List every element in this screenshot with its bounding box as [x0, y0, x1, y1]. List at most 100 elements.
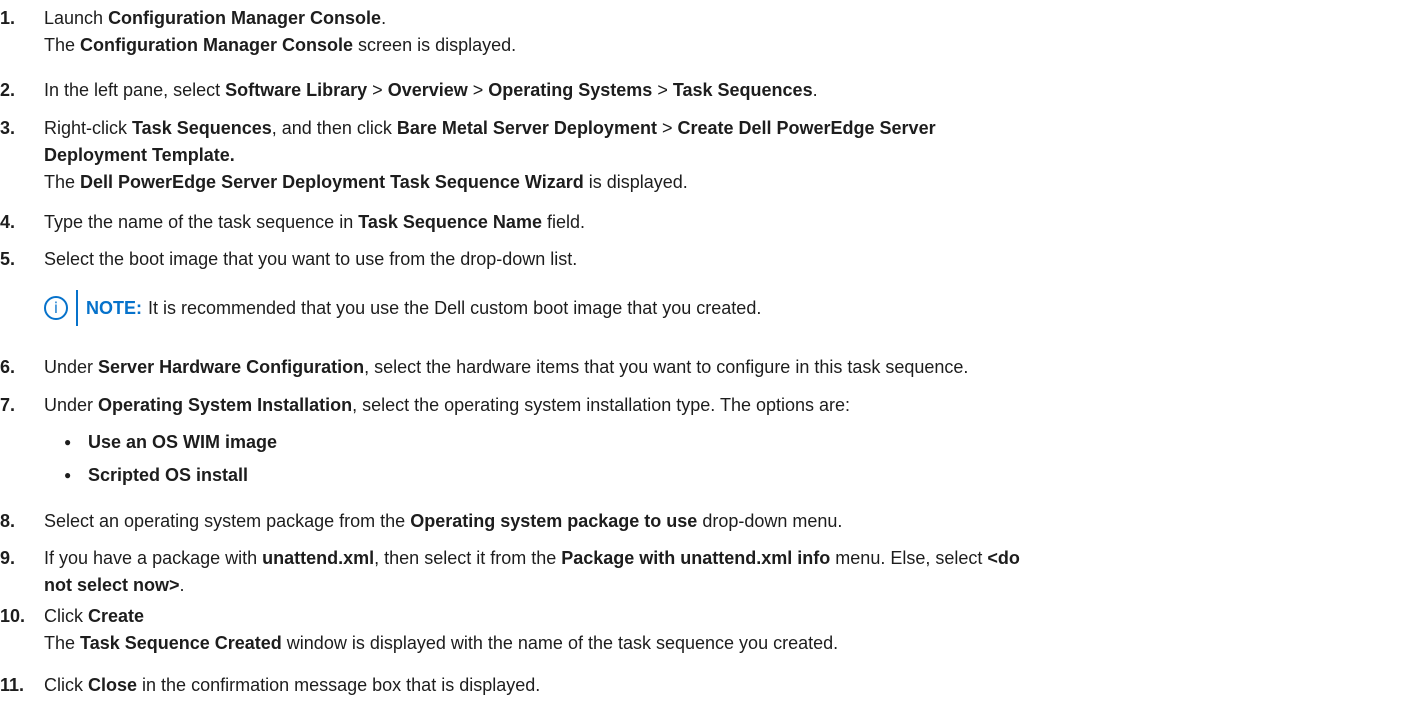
bullet-dot: ● [64, 468, 72, 482]
step-text: drop-down menu. [697, 511, 843, 531]
ui-term: Create Dell PowerEdge Server [677, 118, 936, 138]
step-line: Launch Configuration Manager Console. [44, 7, 1405, 29]
step-body: Right-click Task Sequences, and then cli… [44, 117, 1405, 198]
ui-term: <do [987, 548, 1020, 568]
step-text: , then select it from the [374, 548, 562, 568]
step-text: Under [44, 395, 99, 415]
step-number: 2. [0, 80, 16, 100]
step-text: Right-click [44, 118, 133, 138]
step-body: Under Operating System Installation, sel… [44, 394, 1405, 421]
step-text: > [467, 80, 489, 100]
step-text: Click [44, 675, 88, 695]
step-line: The Dell PowerEdge Server Deployment Tas… [44, 171, 1405, 193]
bullet-text: Scripted OS install [88, 465, 249, 485]
note-text: It is recommended that you use the Dell … [148, 297, 762, 318]
step-text: , select the operating system installati… [352, 395, 851, 415]
ui-term: not select now> [44, 575, 180, 595]
step-line: Under Operating System Installation, sel… [44, 394, 1405, 416]
step-body: In the left pane, select Software Librar… [44, 79, 1405, 106]
ui-term: Overview [387, 80, 468, 100]
step-line: Select an operating system package from … [44, 510, 1405, 532]
ui-term: Task Sequence Created [80, 633, 282, 653]
step-text: field. [541, 212, 585, 232]
step-line: In the left pane, select Software Librar… [44, 79, 1405, 101]
step-text: Select an operating system package from … [44, 511, 411, 531]
step-text: . [179, 575, 185, 595]
ui-term: Dell PowerEdge Server Deployment Task Se… [80, 172, 584, 192]
step-text: If you have a package with [44, 548, 263, 568]
step-line: Select the boot image that you want to u… [44, 248, 1405, 270]
step-body: Select the boot image that you want to u… [44, 248, 1405, 275]
ui-term: unattend.xml [262, 548, 375, 568]
step-body: Click Create The Task Sequence Created wi… [44, 605, 1405, 659]
ui-term: Server Hardware Configuration [98, 357, 365, 377]
ui-term: Task Sequences [132, 118, 272, 138]
step-text: The [44, 633, 81, 653]
step-number: 11. [0, 675, 25, 695]
ui-term: Operating Systems [488, 80, 653, 100]
step-text: menu. Else, select [830, 548, 988, 568]
ui-term: Task Sequences [672, 80, 813, 100]
step-text: screen is displayed. [353, 35, 517, 55]
ui-term: Close [88, 675, 138, 695]
step-line: Under Server Hardware Configuration, sel… [44, 356, 1405, 378]
step-text: Type the name of the task sequence in [44, 212, 359, 232]
step-number: 7. [0, 395, 16, 415]
step-text: Select the boot image that you want to u… [44, 249, 578, 269]
step-number: 1. [0, 8, 16, 28]
step-line: Type the name of the task sequence in Ta… [44, 211, 1405, 233]
step-text: Launch [44, 8, 109, 28]
step-number: 9. [0, 548, 16, 568]
step-number: 3. [0, 118, 16, 138]
step-body: Launch Configuration Manager Console. The… [44, 7, 1405, 61]
bullet-dot: ● [64, 435, 72, 449]
ui-term: Bare Metal Server Deployment [396, 118, 657, 138]
document: 1. Launch Configuration Manager Console. T… [0, 0, 1411, 697]
step-text: Under [44, 357, 99, 377]
step-body: Under Server Hardware Configuration, sel… [44, 356, 1405, 383]
step-text: in the confirmation message box that is … [137, 675, 541, 695]
step-line: Deployment Template. [44, 144, 1405, 166]
note-label: NOTE: [86, 297, 142, 318]
bullet-item: ● Scripted OS install [64, 464, 248, 486]
step-body: Type the name of the task sequence in Ta… [44, 211, 1405, 238]
info-icon: i [44, 296, 68, 320]
ui-term: Task Sequence Name [358, 212, 542, 232]
bullet-text: Use an OS WIM image [88, 432, 278, 452]
step-line: Click Close in the confirmation message … [44, 674, 1405, 696]
step-text: In the left pane, select [44, 80, 226, 100]
step-number: 4. [0, 212, 16, 232]
ui-term: Configuration Manager Console [80, 35, 354, 55]
ui-term: Configuration Manager Console [108, 8, 382, 28]
step-line: Right-click Task Sequences, and then cli… [44, 117, 1405, 139]
step-number: 5. [0, 249, 16, 269]
step-text: > [367, 80, 388, 100]
step-text: The [44, 35, 81, 55]
step-number: 6. [0, 357, 16, 377]
step-text: Click [44, 606, 88, 626]
step-line: not select now>. [44, 574, 1405, 596]
step-body: Select an operating system package from … [44, 510, 1405, 537]
step-body: If you have a package with unattend.xml,… [44, 547, 1405, 601]
step-text: . [381, 8, 387, 28]
step-text: , select the hardware items that you wan… [364, 357, 969, 377]
ui-term: Operating System Installation [98, 395, 353, 415]
note-box: i NOTE: It is recommended that you use t… [44, 288, 761, 328]
step-text: > [656, 118, 678, 138]
step-number: 8. [0, 511, 16, 531]
step-line: Click Create [44, 605, 1405, 627]
step-line: The Task Sequence Created window is disp… [44, 632, 1405, 654]
step-text: The [44, 172, 81, 192]
step-number: 10. [0, 606, 26, 626]
ui-term: Software Library [225, 80, 368, 100]
step-line: The Configuration Manager Console screen… [44, 34, 1405, 56]
step-text: . [812, 80, 818, 100]
note-divider [76, 290, 78, 326]
bullet-item: ● Use an OS WIM image [64, 431, 277, 453]
ui-term: Deployment Template. [44, 145, 235, 165]
ui-term: Package with unattend.xml info [561, 548, 831, 568]
ui-term: Create [88, 606, 145, 626]
step-text: , and then click [271, 118, 397, 138]
step-line: If you have a package with unattend.xml,… [44, 547, 1405, 569]
ui-term: Operating system package to use [410, 511, 698, 531]
